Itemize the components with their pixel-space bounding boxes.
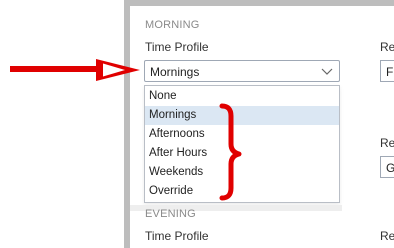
annotation-overlay xyxy=(10,59,242,201)
red-brace-icon xyxy=(219,103,242,201)
red-arrow-icon xyxy=(10,59,140,81)
